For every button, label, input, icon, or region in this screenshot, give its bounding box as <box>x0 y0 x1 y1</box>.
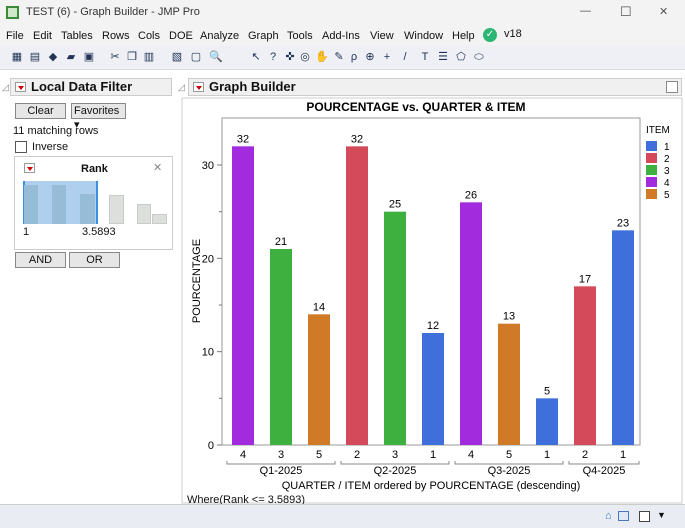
data-label: 5 <box>544 385 550 397</box>
legend-swatch <box>646 165 657 175</box>
bar <box>612 230 634 445</box>
bar <box>346 146 368 446</box>
y-tick-label: 10 <box>202 347 214 359</box>
dropdown-arrow-icon[interactable]: ▼ <box>657 510 666 520</box>
bar <box>460 202 482 445</box>
bar <box>270 249 292 445</box>
bar <box>384 211 406 445</box>
bar-chart[interactable]: POURCENTAGE vs. QUARTER & ITEM 0 10 20 30 POU… <box>0 0 685 528</box>
x-axis-label: QUARTER / ITEM ordered by POURCENTAGE (d… <box>282 480 581 492</box>
data-label: 14 <box>313 301 325 313</box>
data-label: 26 <box>465 189 477 201</box>
bar <box>232 146 254 446</box>
bar <box>498 323 520 445</box>
data-label: 32 <box>237 133 249 145</box>
x-item-label: 3 <box>392 449 398 461</box>
data-label: 25 <box>389 199 401 211</box>
y-tick-label: 30 <box>202 160 214 172</box>
legend-label: 4 <box>664 178 670 189</box>
data-label: 13 <box>503 311 515 323</box>
legend-swatch <box>646 141 657 151</box>
y-tick-label: 0 <box>208 440 214 452</box>
status-bar: ⌂ ▼ <box>0 504 685 528</box>
window-list-button[interactable] <box>639 511 650 522</box>
legend-label: 2 <box>664 154 670 165</box>
legend-swatch <box>646 153 657 163</box>
bar <box>308 314 330 445</box>
x-item-label: 4 <box>240 449 246 461</box>
legend-title: ITEM <box>646 125 670 136</box>
x-item-label: 1 <box>430 449 436 461</box>
x-group-label: Q3-2025 <box>488 465 531 477</box>
data-label: 32 <box>351 133 363 145</box>
bar <box>536 398 558 445</box>
x-item-label: 2 <box>582 449 588 461</box>
legend-swatch <box>646 177 657 187</box>
data-label: 23 <box>617 217 629 229</box>
x-item-label: 5 <box>316 449 322 461</box>
data-label: 12 <box>427 320 439 332</box>
x-item-label: 5 <box>506 449 512 461</box>
x-item-label: 3 <box>278 449 284 461</box>
x-item-label: 1 <box>620 449 626 461</box>
legend-label: 1 <box>664 142 670 153</box>
x-group-label: Q1-2025 <box>260 465 303 477</box>
x-item-label: 2 <box>354 449 360 461</box>
bar <box>422 333 444 445</box>
x-group-label: Q4-2025 <box>583 465 626 477</box>
data-label: 17 <box>579 273 591 285</box>
home-icon[interactable]: ⌂ <box>605 510 612 522</box>
y-axis-label: POURCENTAGE <box>191 239 203 323</box>
legend-swatch <box>646 189 657 199</box>
x-item-label: 4 <box>468 449 474 461</box>
legend-label: 3 <box>664 166 670 177</box>
legend-label: 5 <box>664 190 670 201</box>
x-item-label: 1 <box>544 449 550 461</box>
x-group-label: Q2-2025 <box>374 465 417 477</box>
bar <box>574 286 596 445</box>
data-label: 21 <box>275 236 287 248</box>
chart-title: POURCENTAGE vs. QUARTER & ITEM <box>306 100 525 114</box>
y-tick-label: 20 <box>202 253 214 265</box>
table-icon[interactable] <box>618 511 629 521</box>
